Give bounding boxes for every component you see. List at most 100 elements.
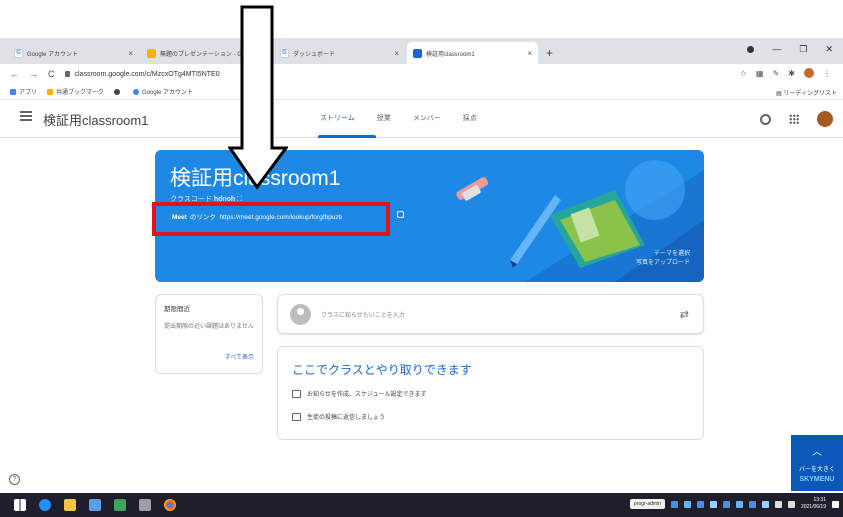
reply-icon [292, 412, 301, 421]
chrome-account-icon[interactable] [747, 46, 755, 53]
reorder-icon[interactable]: ⇄ [680, 308, 689, 321]
slides-favicon-icon [147, 48, 156, 58]
star-icon[interactable]: ☆ [740, 69, 747, 78]
tab-google-account[interactable]: G Google アカウント × [8, 42, 139, 64]
chevron-up-icon: ︿ [812, 447, 822, 458]
copy-icon[interactable] [397, 211, 404, 218]
info-item: 生徒の投稿に返信しましょう [292, 412, 385, 421]
banner-theme-actions: テーマを選択 写真をアップロード [636, 250, 690, 268]
tab-close-icon[interactable]: × [527, 49, 532, 58]
announce-box[interactable]: クラスに知らせたいことを入力 ⇄ [277, 294, 704, 334]
tray-icon[interactable] [670, 500, 678, 508]
avatar[interactable] [817, 111, 833, 127]
windows-start-icon[interactable] [14, 499, 26, 511]
classroom-header: 検証用classroom1 ストリーム 授業 メンバー 採点 [0, 100, 843, 138]
user-avatar-icon [290, 304, 311, 325]
edge-icon[interactable] [39, 499, 51, 511]
window-controls: — ❐ ✕ [747, 44, 843, 55]
down-arrow-annotation [228, 5, 288, 190]
upload-photo-link[interactable]: 写真をアップロード [636, 259, 690, 268]
user-indicator[interactable]: progr-admin [630, 499, 665, 509]
extension-icon[interactable]: ▦ [756, 69, 764, 78]
classroom-favicon-icon [413, 48, 422, 58]
puzzle-icon[interactable]: ✱ [788, 69, 795, 78]
browser-toolbar: ← → C classroom.google.com/c/MzcxOTg4MTI… [0, 64, 843, 84]
close-window-icon[interactable]: ✕ [825, 44, 833, 55]
class-nav-tabs: ストリーム 授業 メンバー 採点 [320, 113, 477, 123]
clock[interactable]: 13:31 2021/06/19 [801, 497, 826, 511]
volume-icon[interactable] [787, 500, 795, 508]
active-tab-indicator [318, 135, 376, 138]
info-heading: ここでクラスとやり取りできます [292, 363, 472, 377]
extension-icons: ☆ ▦ ✎ ✱ ⋮ [740, 68, 831, 78]
wifi-icon[interactable] [774, 500, 782, 508]
tray-icon[interactable] [696, 500, 704, 508]
notification-icon[interactable] [832, 500, 839, 508]
stream-info-card: ここでクラスとやり取りできます お知らせを作成、スケジュール設定できます 生徒の… [277, 346, 704, 440]
browser-tab-strip: G Google アカウント × 無題のプレゼンテーション - Goo × G … [0, 38, 843, 64]
upcoming-body: 提出期限の近い課題はありません [164, 324, 254, 330]
tray-icon[interactable] [748, 500, 756, 508]
address-bar[interactable]: classroom.google.com/c/MzcxOTg4MTI5NTE0 [64, 70, 220, 78]
reading-list-button[interactable]: ▤ リーディングリスト [776, 88, 837, 97]
bookmark-google-account[interactable]: Google アカウント [133, 87, 193, 96]
google-icon [133, 88, 140, 95]
info-item: お知らせを作成、スケジュール設定できます [292, 389, 426, 398]
main-menu-icon[interactable] [20, 111, 32, 121]
tab-title: 検証用classroom1 [426, 51, 475, 58]
tab-grades[interactable]: 採点 [463, 113, 477, 123]
app-icon[interactable] [139, 499, 151, 511]
header-actions [760, 111, 833, 127]
tab-close-icon[interactable]: × [128, 49, 133, 58]
chrome-icon[interactable] [164, 499, 176, 511]
apps-grid-icon[interactable] [789, 114, 799, 124]
tray-icon[interactable] [683, 500, 691, 508]
skymenu-label: バーを大きく [798, 467, 835, 473]
tray-icon[interactable] [722, 500, 730, 508]
tab-title: ダッシュボード [293, 51, 336, 58]
bookmark-globe[interactable] [114, 88, 123, 95]
reload-button[interactable]: C [48, 69, 55, 79]
view-all-link[interactable]: すべて表示 [225, 352, 254, 361]
gear-icon[interactable] [760, 113, 771, 125]
announce-placeholder: クラスに知らせたいことを入力 [321, 313, 405, 319]
tab-stream[interactable]: ストリーム [320, 113, 355, 123]
back-button[interactable]: ← [10, 69, 19, 79]
app-icon[interactable] [114, 499, 126, 511]
bookmark-apps[interactable]: アプリ [10, 87, 37, 96]
folder-icon [47, 88, 54, 95]
forward-button[interactable]: → [29, 69, 38, 79]
globe-icon [114, 88, 121, 95]
system-tray: progr-admin 13:31 2021/06/19 [630, 497, 839, 511]
restore-icon[interactable]: ❐ [799, 44, 807, 55]
skymenu-widget[interactable]: ︿ バーを大きく SKYMENU [791, 435, 843, 491]
tab-classroom[interactable]: 検証用classroom1 × [407, 42, 538, 64]
new-tab-button[interactable]: + [546, 46, 553, 60]
minimize-icon[interactable]: — [772, 44, 781, 55]
class-name: 検証用classroom1 [43, 113, 149, 128]
help-icon[interactable]: ? [9, 474, 20, 485]
tab-close-icon[interactable]: × [394, 49, 399, 58]
taskbar: progr-admin 13:31 2021/06/19 [0, 493, 843, 517]
bookmark-shared[interactable]: 共通ブックマーク [47, 87, 104, 96]
url-text: classroom.google.com/c/MzcxOTg4MTI5NTE0 [74, 70, 220, 78]
pen-icon[interactable]: ✎ [773, 69, 780, 78]
tray-icon[interactable] [709, 500, 717, 508]
tray-icon[interactable] [761, 500, 769, 508]
select-theme-link[interactable]: テーマを選択 [636, 250, 690, 259]
tab-dashboard[interactable]: G ダッシュボード × [274, 42, 405, 64]
google-favicon-icon: G [14, 48, 23, 58]
highlight-box [152, 202, 390, 236]
apps-grid-icon [10, 88, 16, 95]
app-icon[interactable] [89, 499, 101, 511]
profile-icon[interactable] [804, 68, 814, 78]
tray-icon[interactable] [735, 500, 743, 508]
tab-classwork[interactable]: 授業 [377, 113, 391, 123]
more-menu-icon[interactable]: ⋮ [823, 69, 831, 78]
bookmarks-bar: アプリ 共通ブックマーク Google アカウント ▤ リーディングリスト [0, 84, 843, 100]
lock-icon [64, 71, 70, 77]
skymenu-brand: SKYMENU [799, 476, 835, 483]
tab-people[interactable]: メンバー [413, 113, 441, 123]
file-explorer-icon[interactable] [64, 499, 76, 511]
announcement-icon [292, 389, 301, 398]
